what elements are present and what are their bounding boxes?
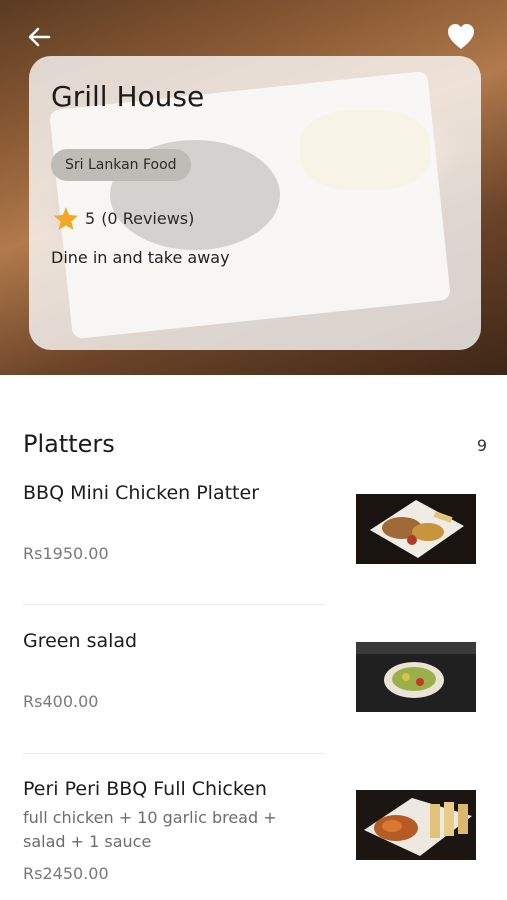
rating-value: 5: [85, 209, 96, 228]
menu-item-price: Rs400.00: [23, 692, 99, 711]
menu-item-image: [356, 790, 476, 860]
star-icon: [54, 207, 78, 230]
section-title: Platters: [23, 430, 115, 458]
section-item-count: 9: [476, 436, 487, 455]
review-count: (0 Reviews): [101, 209, 195, 228]
rating-row[interactable]: 5 (0 Reviews): [53, 206, 194, 231]
arrow-left-icon: [28, 27, 51, 47]
menu-item[interactable]: Green salad Rs400.00: [23, 630, 483, 730]
back-button[interactable]: [24, 22, 54, 52]
category-tag[interactable]: Sri Lankan Food: [51, 149, 191, 181]
menu-item[interactable]: Peri Peri BBQ Full Chicken full chicken …: [23, 778, 483, 888]
restaurant-info-card: Grill House Sri Lankan Food 5 (0 Reviews…: [29, 56, 481, 350]
service-type: Dine in and take away: [51, 248, 230, 267]
restaurant-name: Grill House: [51, 80, 205, 113]
menu-item-name: Green salad: [23, 630, 138, 652]
restaurant-hero-image: Grill House Sri Lankan Food 5 (0 Reviews…: [0, 0, 507, 375]
menu-section-header: Platters 9: [23, 428, 487, 464]
menu-item-image: [356, 494, 476, 564]
menu-item-image: [356, 642, 476, 712]
item-divider: [23, 753, 325, 754]
menu-item-name: BBQ Mini Chicken Platter: [23, 482, 260, 504]
menu-item-price: Rs2450.00: [23, 864, 109, 883]
heart-icon: [448, 24, 474, 49]
menu-item-price: Rs1950.00: [23, 544, 109, 563]
favorite-button[interactable]: [445, 21, 477, 51]
menu-item-description: full chicken + 10 garlic bread + salad +…: [23, 808, 277, 851]
item-divider: [23, 604, 325, 605]
menu-item-name: Peri Peri BBQ Full Chicken: [23, 778, 267, 800]
menu-item[interactable]: BBQ Mini Chicken Platter Rs1950.00: [23, 482, 483, 582]
